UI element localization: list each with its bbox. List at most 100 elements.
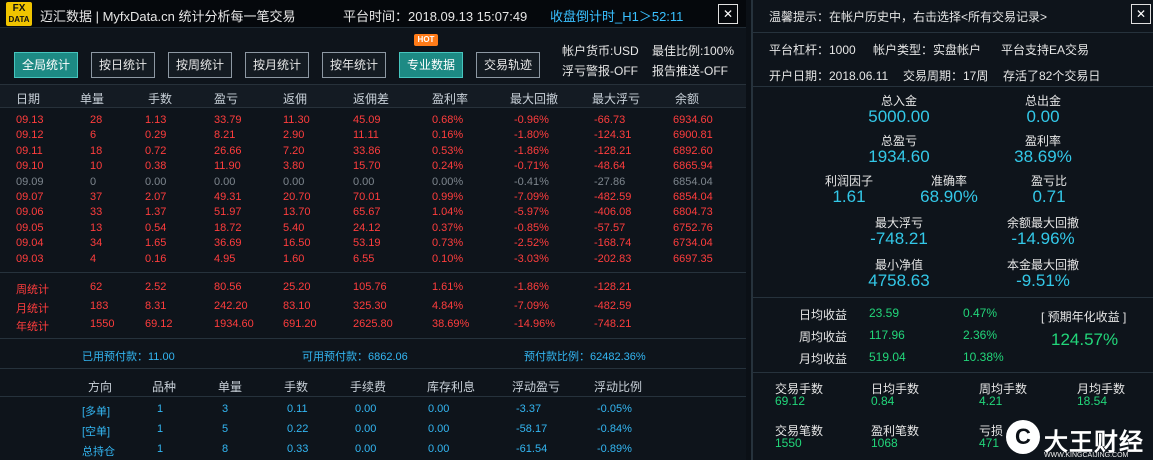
cell-max-float-loss: -748.21 (594, 318, 632, 330)
divider (753, 86, 1153, 87)
cell-rebate: 3.80 (283, 160, 305, 173)
title-bar: FX DATA 迈汇数据 | MyfxData.cn 统计分析每一笔交易 平台时… (0, 0, 746, 28)
table-row[interactable]: 09.09 0 0.00 0.00 0.00 0.00 0.00% -0.41% -27.86 6… (0, 176, 746, 190)
leverage: 平台杠杆：1000 (769, 43, 856, 57)
tab-yearly-stats[interactable]: 按年统计 (322, 52, 386, 78)
table-row[interactable]: 09.10 10 0.38 11.90 3.80 15.70 0.24% -0.71% -48.… (0, 160, 746, 174)
cell-direction: [空单] (82, 426, 111, 438)
close-icon[interactable]: ✕ (1131, 4, 1151, 24)
cell-max-drawdown: -7.09% (514, 299, 549, 312)
cell-rebate-diff: 6.55 (353, 252, 375, 265)
cell-max-float-loss: -482.59 (594, 191, 632, 203)
tab-monthly-stats[interactable]: 按月统计 (245, 52, 309, 78)
ea-support: 平台支持EA交易 (1001, 43, 1090, 57)
tab-pro-data[interactable]: 专业数据 (399, 52, 463, 78)
cell-float-pnl: -58.17 (516, 423, 548, 435)
cell-max-drawdown: -1.86% (514, 144, 549, 157)
table-row[interactable]: 09.05 13 0.54 18.72 5.40 24.12 0.37% -0.85% -57.… (0, 222, 746, 236)
cell-commission: 0.00 (355, 403, 377, 415)
cell-date: 09.03 (16, 252, 44, 265)
divider (753, 32, 1153, 33)
cell-max-drawdown: -3.03% (514, 252, 549, 265)
cell-orders: 18 (90, 144, 103, 157)
account-currency: 帐户货币:USD (562, 44, 639, 58)
cell-swap: 0.00 (428, 403, 450, 415)
divider (0, 368, 746, 369)
table-row[interactable]: 09.03 4 0.16 4.95 1.60 6.55 0.10% -3.03% -202.83… (0, 253, 746, 267)
col-header-max-float-loss: 最大浮亏 (592, 92, 641, 106)
cell-lots: 0.38 (145, 160, 167, 173)
cell-max-drawdown: -0.85% (514, 221, 549, 234)
stat-value: 4758.63 (868, 271, 930, 290)
cell-rebate-diff: 105.76 (353, 281, 387, 293)
cell-profit-rate: 0.16% (432, 129, 464, 142)
stat-value: 68.90% (920, 187, 978, 206)
cell-orders: 3 (222, 403, 229, 415)
stat-value: -9.51% (1016, 271, 1070, 290)
cell-commission: 0.00 (355, 443, 377, 455)
cell-lots: 2.52 (145, 281, 167, 293)
best-ratio: 最佳比例:100% (652, 44, 735, 58)
cell-rebate-diff: 0.00 (353, 175, 375, 188)
close-icon[interactable]: ✕ (718, 4, 738, 24)
summary-panel: 温馨提示：在帐户历史中，右击选择<所有交易记录> ✕ 平台杠杆：1000 帐户类… (751, 0, 1153, 460)
app-title: 迈汇数据 | MyfxData.cn 统计分析每一笔交易 (40, 9, 296, 24)
open-date: 开户日期：2018.06.11 (769, 69, 889, 83)
cell-lots: 0.16 (145, 252, 167, 265)
position-row[interactable]: [空单] 1 5 0.22 0.00 0.00 -58.17 -0.84% (0, 423, 746, 438)
cell-float-pnl: -3.37 (516, 403, 542, 415)
cell-balance: 6865.94 (673, 160, 713, 173)
lots-value: 18.54 (1077, 394, 1108, 408)
summary-row: 年统计 1550 69.12 1934.60 691.20 2625.80 38.69% -1… (0, 318, 746, 333)
float-alert-toggle[interactable]: 浮亏警报-OFF (562, 62, 638, 79)
tab-global-stats[interactable]: 全局统计 (14, 52, 78, 78)
yield-value: 117.96 (869, 328, 905, 342)
cell-date: 周统计 (16, 284, 49, 296)
cell-pnl: 18.72 (214, 221, 242, 234)
cell-orders: 28 (90, 114, 103, 126)
table-row[interactable]: 09.07 37 2.07 49.31 20.70 70.01 0.99% -7.09% -48… (0, 191, 746, 205)
cell-float-ratio: -0.84% (597, 423, 632, 435)
cell-profit-rate: 0.10% (432, 252, 464, 265)
trade-period: 交易周期：17周 (903, 69, 989, 83)
cell-rebate: 20.70 (283, 191, 311, 203)
cell-direction: [多单] (82, 406, 111, 418)
table-row[interactable]: 09.04 34 1.65 36.69 16.50 53.19 0.73% -2.52% -16… (0, 237, 746, 251)
col-header-rebate-diff: 返佣差 (353, 92, 390, 106)
cell-lots: 0.54 (145, 221, 167, 234)
position-row[interactable]: [多单] 1 3 0.11 0.00 0.00 -3.37 -0.05% (0, 403, 746, 418)
cell-rebate-diff: 33.86 (353, 144, 381, 157)
yield-value: 23.59 (869, 306, 900, 320)
position-row[interactable]: 总持仓 1 8 0.33 0.00 0.00 -61.54 -0.89% (0, 443, 746, 458)
table-row[interactable]: 09.06 33 1.37 51.97 13.70 65.67 1.04% -5.97% -40… (0, 206, 746, 220)
tab-daily-stats[interactable]: 按日统计 (91, 52, 155, 78)
cell-max-drawdown: -2.52% (514, 237, 549, 250)
tab-trade-track[interactable]: 交易轨迹 (476, 52, 540, 78)
cell-pnl: 36.69 (214, 237, 242, 250)
used-margin: 已用预付款：11.00 (82, 351, 175, 363)
cell-orders: 10 (90, 160, 103, 173)
account-type: 帐户类型：实盘帐户 (873, 43, 982, 57)
report-push-toggle[interactable]: 报告推送-OFF (652, 62, 728, 79)
cell-rebate: 16.50 (283, 237, 311, 250)
watermark: C 大王财经 WWW.KINGCAIJING.COM (1004, 416, 1150, 460)
cell-max-float-loss: -27.86 (594, 175, 626, 188)
divider (753, 372, 1153, 373)
table-row[interactable]: 09.11 18 0.72 26.66 7.20 33.86 0.53% -1.86% -128… (0, 145, 746, 159)
tab-weekly-stats[interactable]: 按周统计 (168, 52, 232, 78)
cell-profit-rate: 1.61% (432, 281, 464, 293)
cell-profit-rate: 0.00% (432, 175, 464, 188)
cell-max-float-loss: -128.21 (594, 281, 632, 293)
yield-pct: 10.38% (963, 350, 1004, 364)
stat-value: 0.00 (1026, 107, 1060, 126)
table-row[interactable]: 09.12 6 0.29 8.21 2.90 11.11 0.16% -1.80% -124.3… (0, 129, 746, 143)
table-row[interactable]: 09.13 28 1.13 33.79 11.30 45.09 0.68% -0.96% -66… (0, 114, 746, 128)
cell-max-drawdown: -5.97% (514, 206, 549, 219)
cell-max-float-loss: -48.64 (594, 160, 626, 173)
cell-balance: 6854.04 (673, 191, 713, 203)
col-header-orders: 单量 (80, 92, 105, 106)
cell-profit-rate: 0.53% (432, 144, 464, 157)
col-header-pnl: 盈亏 (214, 92, 239, 106)
col-header-rebate: 返佣 (283, 92, 308, 106)
cell-lots: 69.12 (145, 318, 173, 330)
